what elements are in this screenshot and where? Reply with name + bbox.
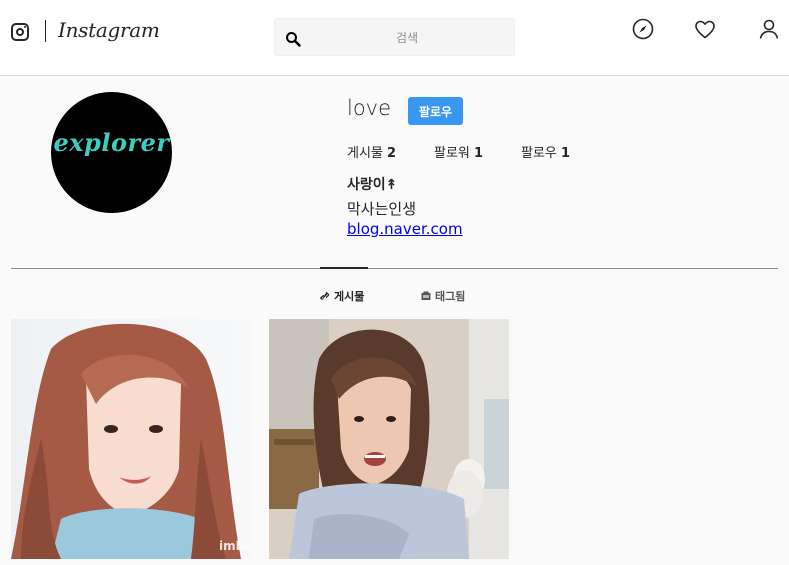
search-input[interactable] bbox=[305, 19, 509, 57]
tag-icon bbox=[421, 291, 431, 300]
section-divider bbox=[11, 268, 778, 269]
explore-icon[interactable] bbox=[631, 17, 655, 41]
posts-count-stat: 게시물 2 bbox=[347, 142, 396, 161]
followers-count-label: 팔로워 bbox=[434, 146, 470, 161]
avatar-logo-text: explorer bbox=[53, 128, 170, 157]
followers-count-value: 1 bbox=[474, 146, 484, 161]
instagram-wordmark[interactable]: Instagram bbox=[58, 18, 160, 42]
profile-bio: 막사는인생 bbox=[347, 200, 417, 218]
profile-website-link[interactable]: blog.naver.com bbox=[347, 220, 463, 238]
profile-icon[interactable] bbox=[757, 17, 781, 41]
active-tab-indicator bbox=[320, 267, 368, 269]
following-count-value: 1 bbox=[561, 146, 571, 161]
follow-button[interactable]: 팔로우 bbox=[408, 97, 463, 125]
instagram-logo-icon[interactable] bbox=[11, 23, 29, 41]
tab-tagged[interactable]: 태그됨 bbox=[421, 288, 465, 304]
posts-count-value: 2 bbox=[387, 146, 397, 161]
tab-posts[interactable]: 게시물 bbox=[320, 288, 364, 304]
grid-link-icon bbox=[320, 291, 330, 300]
post-thumbnail[interactable]: imbc bbox=[11, 319, 251, 559]
profile-full-name: 사랑이↟ bbox=[347, 177, 398, 193]
heart-icon[interactable] bbox=[693, 17, 717, 41]
post-thumbnail[interactable] bbox=[269, 319, 509, 559]
profile-username: love bbox=[347, 96, 392, 120]
posts-count-label: 게시물 bbox=[347, 146, 383, 161]
post-image-portrait bbox=[11, 319, 251, 559]
post-image-selfie bbox=[269, 319, 509, 559]
tab-tagged-label: 태그됨 bbox=[435, 290, 466, 303]
search-box[interactable] bbox=[274, 18, 515, 57]
logo-divider bbox=[45, 20, 46, 42]
following-count-label: 팔로우 bbox=[521, 146, 557, 161]
top-navigation-bar: Instagram bbox=[0, 0, 789, 76]
tab-posts-label: 게시물 bbox=[334, 290, 365, 303]
following-count-stat[interactable]: 팔로우 1 bbox=[521, 142, 570, 161]
post-watermark: imbc bbox=[219, 539, 251, 553]
search-icon bbox=[286, 32, 301, 47]
followers-count-stat[interactable]: 팔로워 1 bbox=[434, 142, 483, 161]
profile-avatar[interactable]: explorer bbox=[51, 92, 172, 213]
